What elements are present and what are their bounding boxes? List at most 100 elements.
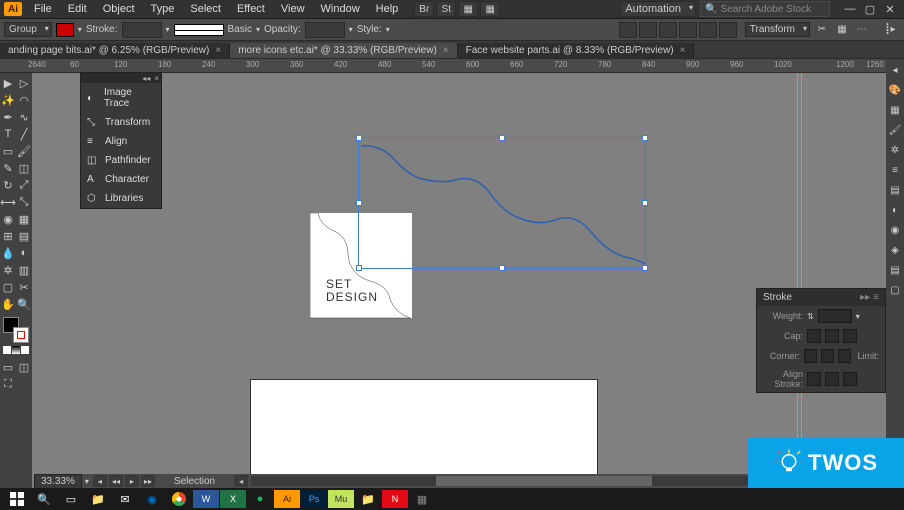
align-vcenter-icon[interactable] bbox=[699, 22, 717, 38]
rotate-tool[interactable]: ↻ bbox=[0, 177, 16, 193]
start-button[interactable] bbox=[4, 490, 30, 508]
brushes-panel-icon[interactable]: 🖌 bbox=[888, 123, 902, 137]
selection-handle[interactable] bbox=[356, 135, 362, 141]
scale-tool[interactable]: ⤢ bbox=[16, 177, 32, 193]
paintbrush-tool[interactable]: 🖌 bbox=[16, 143, 32, 159]
screen-mode[interactable]: ⛶ bbox=[0, 376, 16, 392]
selection-handle[interactable] bbox=[499, 265, 505, 271]
artboards-panel-icon[interactable]: ▢ bbox=[888, 283, 902, 297]
prefs-icon[interactable]: ┋▸ bbox=[880, 24, 900, 35]
cap-butt-button[interactable] bbox=[807, 329, 821, 343]
symbol-sprayer-tool[interactable]: ✲ bbox=[0, 262, 16, 278]
horizontal-ruler[interactable]: 2640 60 120 180 240 300 360 420 480 540 … bbox=[0, 59, 904, 73]
doc-tab-1[interactable]: anding page bits.ai* @ 6.25% (RGB/Previe… bbox=[0, 43, 230, 58]
selection-bounding-box[interactable] bbox=[358, 137, 646, 269]
menu-type[interactable]: Type bbox=[143, 1, 183, 17]
automation-dropdown[interactable]: Automation bbox=[620, 1, 696, 17]
task-photoshop-icon[interactable]: Ps bbox=[301, 490, 327, 508]
task-mail-icon[interactable]: ✉ bbox=[112, 490, 138, 508]
menu-view[interactable]: View bbox=[273, 1, 313, 17]
hand-tool[interactable]: ✋ bbox=[0, 296, 16, 312]
stroke-preview[interactable] bbox=[174, 24, 224, 36]
menu-edit[interactable]: Edit bbox=[60, 1, 95, 17]
floating-panel[interactable]: ◂◂ × ◐Image Trace ⤡Transform ≡Align ◫Pat… bbox=[80, 72, 162, 209]
fill-stroke-control[interactable] bbox=[3, 317, 29, 343]
shaper-tool[interactable]: ✎ bbox=[0, 160, 16, 176]
task-illustrator-icon[interactable]: Ai bbox=[274, 490, 300, 508]
selected-wavy-path[interactable] bbox=[359, 138, 647, 270]
selection-handle[interactable] bbox=[356, 200, 362, 206]
selection-handle[interactable] bbox=[356, 265, 362, 271]
align-left-icon[interactable] bbox=[619, 22, 637, 38]
stroke-panel-header[interactable]: Stroke ▸▸≡ bbox=[757, 289, 885, 306]
weight-input[interactable] bbox=[818, 309, 852, 323]
menu-window[interactable]: Window bbox=[313, 1, 368, 17]
slice-tool[interactable]: ✂ bbox=[16, 279, 32, 295]
lasso-tool[interactable]: ◠ bbox=[16, 92, 32, 108]
perspective-tool[interactable]: ▦ bbox=[16, 211, 32, 227]
fill-swatch[interactable] bbox=[56, 23, 74, 37]
style-caret[interactable]: ▾ bbox=[386, 25, 390, 34]
corner-miter-button[interactable] bbox=[804, 349, 817, 363]
graphic-styles-icon[interactable]: ◈ bbox=[888, 243, 902, 257]
artboard-tool[interactable]: ▢ bbox=[0, 279, 16, 295]
panel-item-align[interactable]: ≡Align bbox=[81, 132, 161, 151]
column-graph-tool[interactable]: ▥ bbox=[16, 262, 32, 278]
task-chrome-icon[interactable] bbox=[166, 490, 192, 508]
artboard-last-button[interactable]: ▸▸ bbox=[141, 475, 155, 487]
align-top-icon[interactable] bbox=[679, 22, 697, 38]
minimize-button[interactable]: — bbox=[840, 1, 860, 17]
panel-close-icon[interactable]: × bbox=[154, 74, 159, 83]
curvature-tool[interactable]: ∿ bbox=[16, 109, 32, 125]
bridge-icon[interactable]: Br bbox=[414, 1, 434, 17]
blend-tool[interactable]: ◐ bbox=[16, 245, 32, 261]
swatches-panel-icon[interactable]: ▦ bbox=[888, 103, 902, 117]
align-stroke-inside[interactable] bbox=[825, 372, 839, 386]
scroll-left-button[interactable]: ◂ bbox=[234, 475, 248, 487]
corner-round-button[interactable] bbox=[821, 349, 834, 363]
menu-select[interactable]: Select bbox=[182, 1, 229, 17]
artboard-next-button[interactable]: ▸ bbox=[125, 475, 139, 487]
rectangle-tool[interactable]: ▭ bbox=[0, 143, 16, 159]
gradient-panel-icon[interactable]: ▤ bbox=[888, 183, 902, 197]
stroke-panel[interactable]: Stroke ▸▸≡ Weight: ⇅ ▾ Cap: Corner: Limi… bbox=[756, 288, 886, 393]
eraser-tool[interactable]: ◫ bbox=[16, 160, 32, 176]
task-outlook-icon[interactable]: ◉ bbox=[139, 490, 165, 508]
maximize-button[interactable]: ▢ bbox=[860, 1, 880, 17]
doc-tab-2[interactable]: more icons etc.ai* @ 33.33% (RGB/Preview… bbox=[230, 43, 457, 58]
isolate-icon[interactable]: ✂ bbox=[814, 24, 830, 35]
draw-mode-behind[interactable]: ◫ bbox=[16, 359, 32, 375]
gradient-tool[interactable]: ▤ bbox=[16, 228, 32, 244]
stock-icon[interactable]: St bbox=[436, 1, 456, 17]
selection-tool[interactable]: ▶ bbox=[0, 75, 16, 91]
stroke-caret-icon[interactable]: ▾ bbox=[166, 25, 170, 34]
corner-bevel-button[interactable] bbox=[838, 349, 851, 363]
appearance-panel-icon[interactable]: ◉ bbox=[888, 223, 902, 237]
task-word-icon[interactable]: W bbox=[193, 490, 219, 508]
stroke-color[interactable] bbox=[13, 327, 29, 343]
close-icon[interactable]: × bbox=[680, 45, 686, 56]
panel-header[interactable]: ◂◂ × bbox=[81, 73, 161, 83]
brush-caret[interactable]: ▾ bbox=[256, 25, 260, 34]
task-explorer-icon[interactable]: 📁 bbox=[85, 490, 111, 508]
pen-tool[interactable]: ✒ bbox=[0, 109, 16, 125]
align-bottom-icon[interactable] bbox=[719, 22, 737, 38]
direct-selection-tool[interactable]: ▷ bbox=[16, 75, 32, 91]
zoom-level[interactable]: 33.33% bbox=[34, 474, 82, 489]
color-mode-solid[interactable] bbox=[3, 346, 11, 354]
panel-item-transform[interactable]: ⤡Transform bbox=[81, 113, 161, 132]
menu-file[interactable]: File bbox=[26, 1, 60, 17]
task-view-icon[interactable]: ▭ bbox=[58, 490, 84, 508]
color-panel-icon[interactable]: 🎨 bbox=[888, 83, 902, 97]
selection-handle[interactable] bbox=[499, 135, 505, 141]
opacity-caret[interactable]: ▾ bbox=[349, 25, 353, 34]
free-transform-tool[interactable]: ⤡ bbox=[16, 194, 32, 210]
transparency-panel-icon[interactable]: ◐ bbox=[888, 203, 902, 217]
scrollbar-thumb[interactable] bbox=[436, 476, 652, 486]
selection-handle[interactable] bbox=[642, 200, 648, 206]
align-stroke-center[interactable] bbox=[807, 372, 821, 386]
task-app2-icon[interactable]: ▦ bbox=[409, 490, 435, 508]
panel-collapse-icon[interactable]: ◂◂ bbox=[142, 74, 150, 83]
color-mode-gradient[interactable] bbox=[12, 346, 20, 354]
arrange-icon[interactable]: ▦ bbox=[458, 1, 478, 17]
